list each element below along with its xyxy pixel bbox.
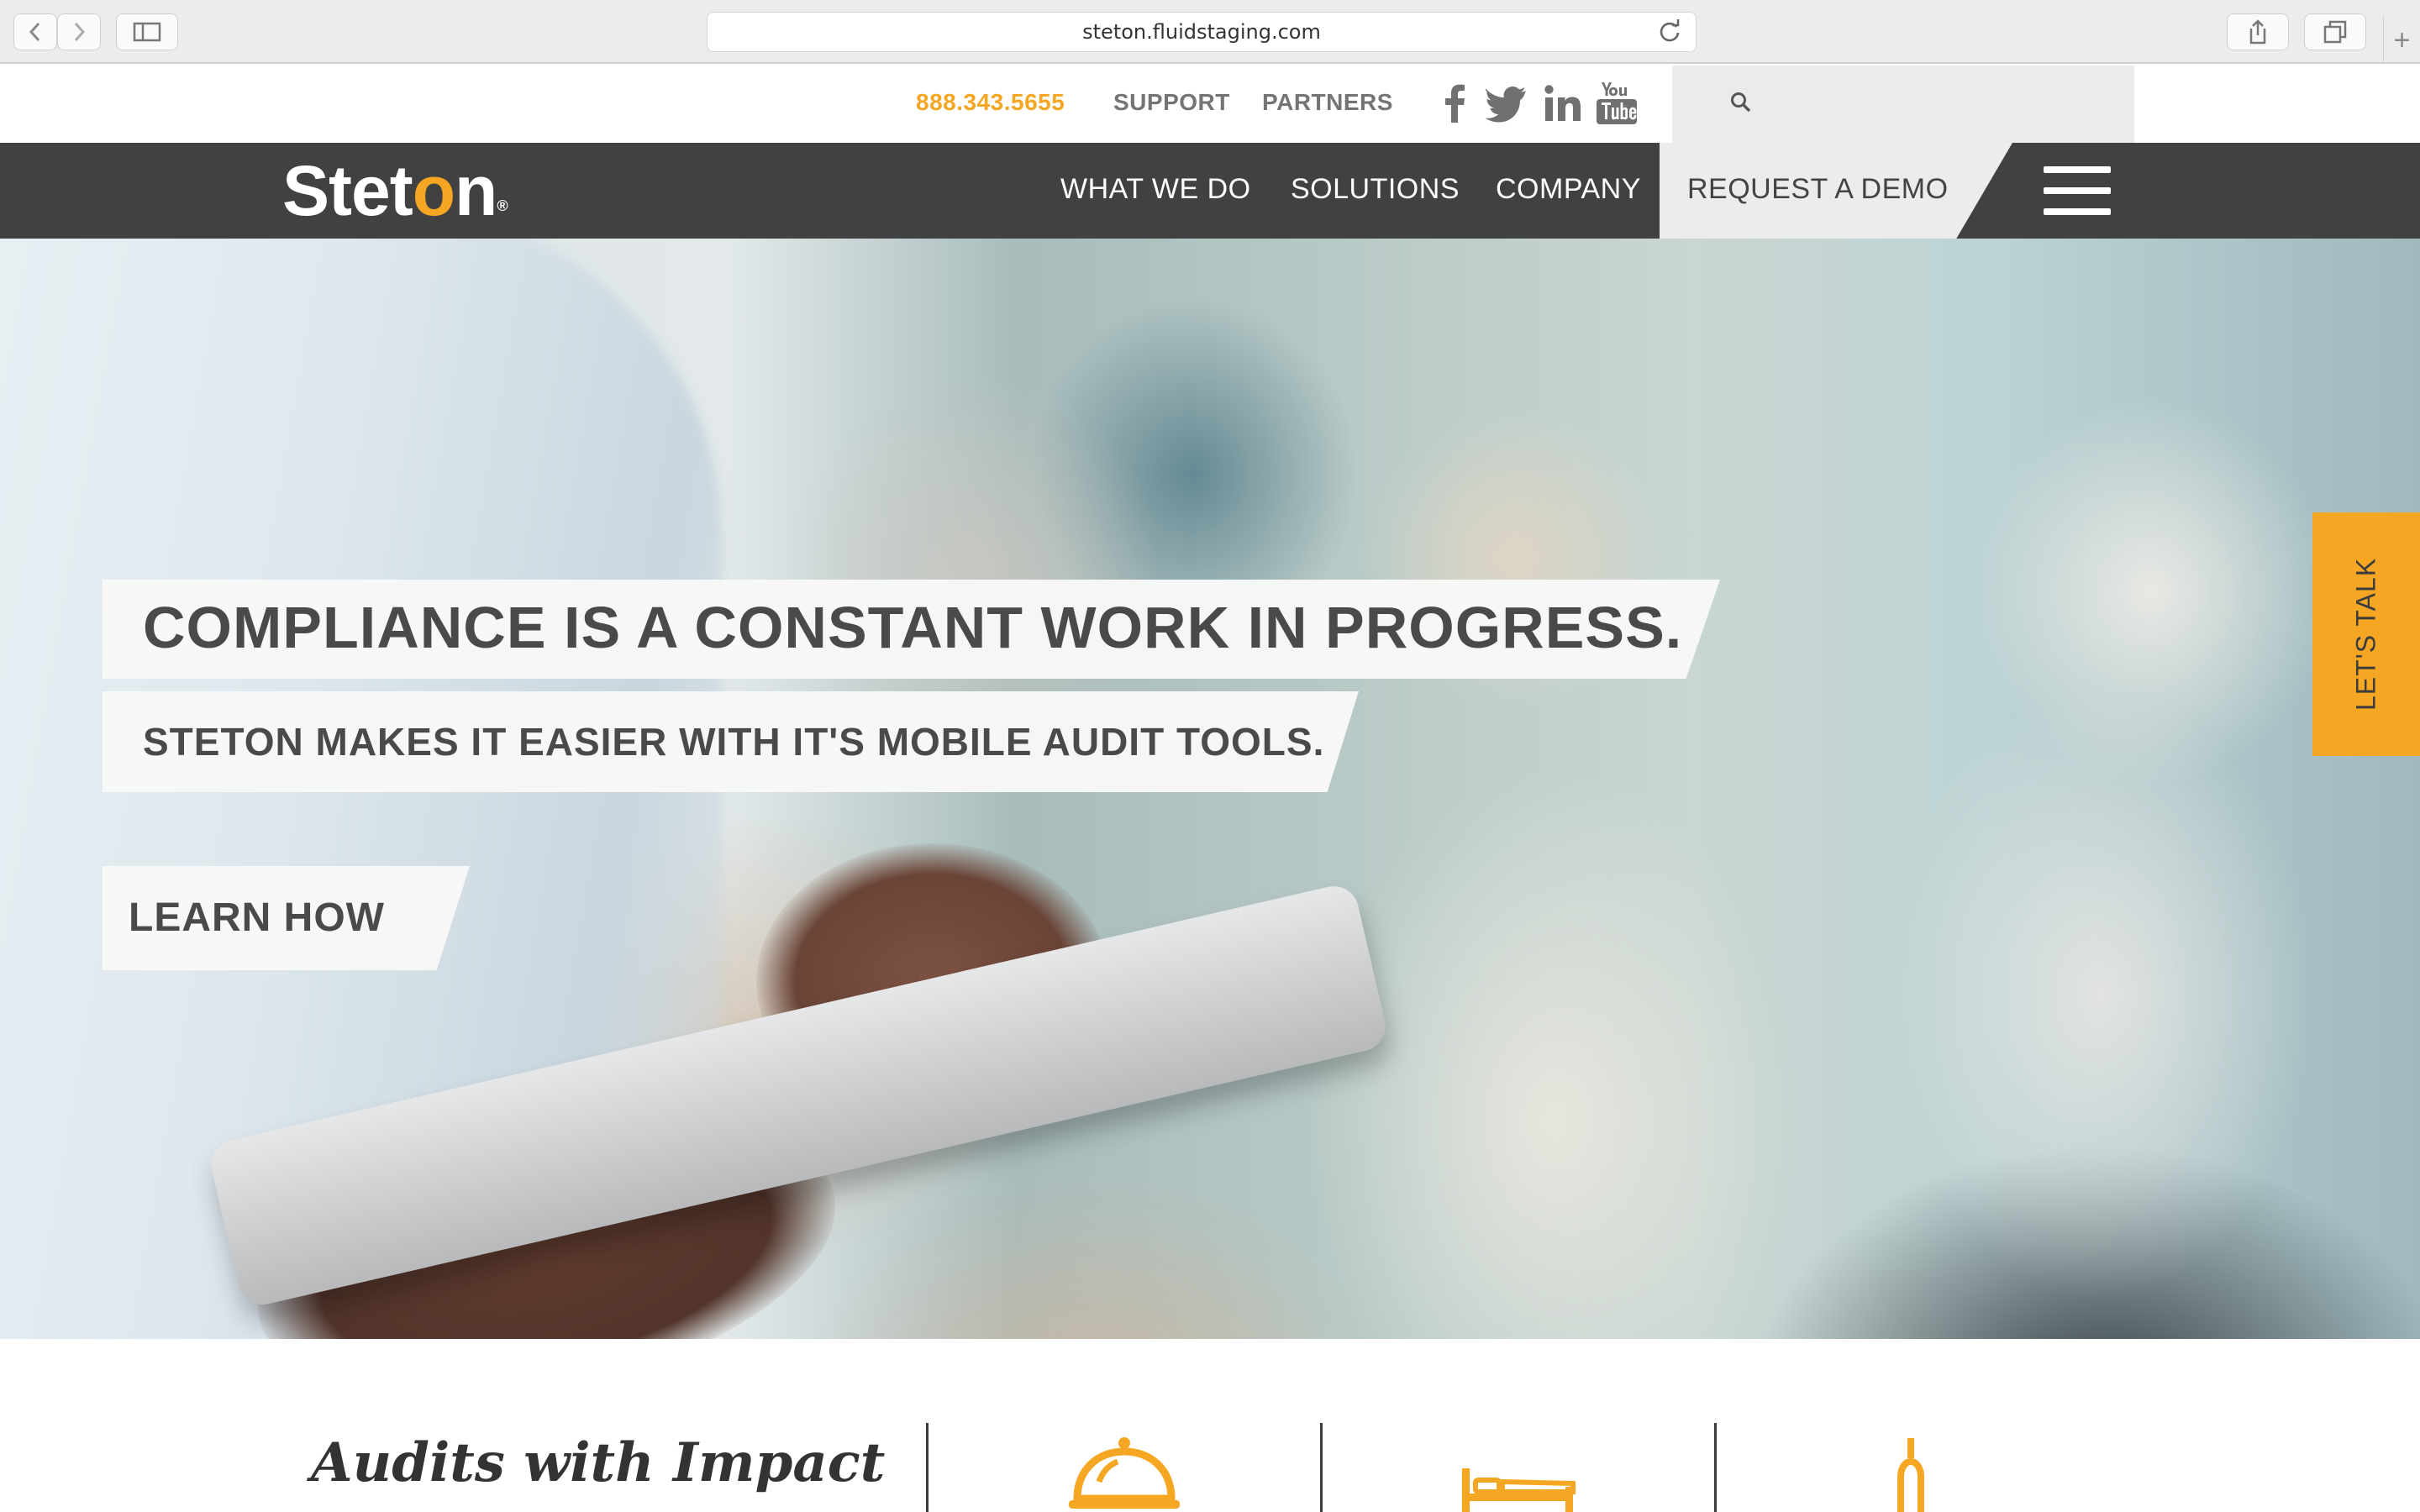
new-tab-button[interactable]: +: [2383, 17, 2420, 64]
hamburger-menu-icon[interactable]: [2044, 166, 2111, 215]
back-button[interactable]: [13, 13, 57, 50]
request-demo-button[interactable]: REQUEST A DEMO: [1687, 173, 1949, 206]
search-icon[interactable]: [1729, 91, 1753, 114]
service-bell-icon[interactable]: [1065, 1431, 1183, 1512]
hero-subheadline: STETON MAKES IT EASIER WITH IT'S MOBILE …: [143, 720, 1325, 764]
hero-section: COMPLIANCE IS A CONSTANT WORK IN PROGRES…: [0, 239, 2420, 1339]
share-icon: [2249, 19, 2266, 45]
tabs-icon: [2323, 20, 2347, 44]
forward-button[interactable]: [57, 13, 101, 50]
plus-icon: +: [2393, 24, 2411, 56]
share-button[interactable]: [2227, 13, 2289, 50]
lets-talk-tab[interactable]: LET'S TALK: [2312, 512, 2420, 756]
nav-company[interactable]: COMPANY: [1496, 173, 1641, 206]
linkedin-icon[interactable]: [1543, 81, 1583, 126]
nav-solutions[interactable]: SOLUTIONS: [1291, 173, 1460, 206]
tabs-overview-button[interactable]: [2304, 13, 2366, 50]
divider: [1320, 1423, 1323, 1512]
sidebar-icon: [133, 22, 161, 42]
facebook-icon[interactable]: [1435, 81, 1476, 126]
browser-toolbar: steton.fluidstaging.com +: [0, 0, 2420, 64]
search-box[interactable]: [1672, 66, 2134, 143]
logo-text-start: Stet: [282, 151, 413, 230]
steton-logo[interactable]: Steton®: [282, 153, 508, 228]
twitter-icon[interactable]: [1486, 81, 1529, 126]
logo-accent-letter: o: [412, 151, 455, 230]
chevron-left-icon: [29, 22, 40, 42]
support-link[interactable]: SUPPORT: [1113, 89, 1230, 116]
url-text: steton.fluidstaging.com: [1082, 20, 1321, 44]
section-title: Audits with Impact: [311, 1431, 886, 1494]
thermometer-icon[interactable]: [1852, 1431, 1970, 1512]
divider: [1714, 1423, 1717, 1512]
address-bar[interactable]: steton.fluidstaging.com: [707, 12, 1697, 52]
nav-what-we-do[interactable]: WHAT WE DO: [1060, 173, 1251, 206]
logo-text-end: n: [455, 151, 497, 230]
sidebar-toggle-button[interactable]: [116, 13, 178, 50]
reload-icon[interactable]: [1657, 19, 1682, 45]
lets-talk-label: LET'S TALK: [2350, 557, 2381, 711]
partners-link[interactable]: PARTNERS: [1262, 89, 1393, 116]
learn-how-button[interactable]: LEARN HOW: [129, 895, 385, 941]
youtube-icon[interactable]: [1597, 81, 1637, 126]
phone-link[interactable]: 888.343.5655: [916, 89, 1065, 116]
audits-section: Audits with Impact: [0, 1339, 2420, 1512]
utility-bar: 888.343.5655 SUPPORT PARTNERS: [0, 66, 2420, 143]
hero-headline: COMPLIANCE IS A CONSTANT WORK IN PROGRES…: [143, 595, 1683, 660]
registered-mark: ®: [497, 197, 508, 214]
divider: [926, 1423, 929, 1512]
main-navigation: Steton® WHAT WE DO SOLUTIONS COMPANY REQ…: [0, 143, 2420, 245]
bed-icon[interactable]: [1459, 1431, 1576, 1512]
chevron-right-icon: [74, 22, 86, 42]
